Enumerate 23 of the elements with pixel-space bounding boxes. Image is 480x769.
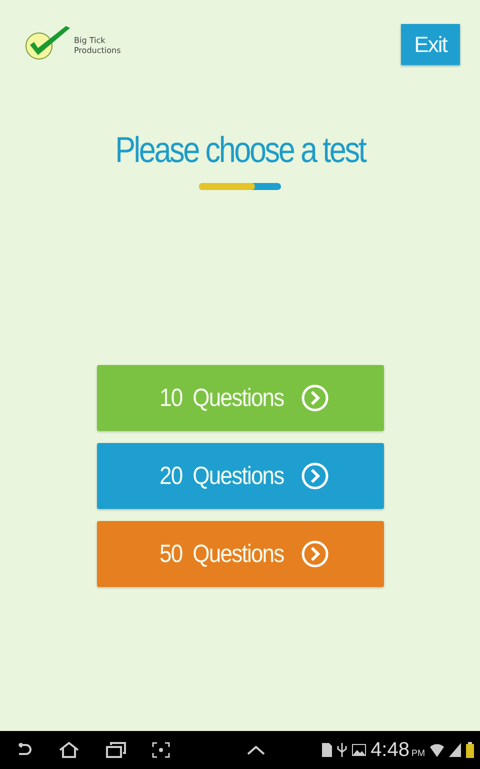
- caret-up-icon[interactable]: [246, 745, 266, 755]
- clock-time: 4:48: [370, 738, 410, 762]
- home-icon[interactable]: [58, 742, 80, 758]
- test-button[interactable]: 20 Questions: [96, 443, 384, 509]
- logo-text: Productions: [74, 46, 121, 56]
- signal-icon: [449, 743, 461, 757]
- tick-logo-icon: [24, 24, 72, 60]
- image-icon: [352, 744, 366, 756]
- exit-button[interactable]: Exit: [401, 24, 460, 65]
- recent-apps-icon[interactable]: [106, 742, 126, 758]
- clock-period: PM: [412, 748, 425, 758]
- wifi-icon: [430, 743, 444, 757]
- sd-card-icon: [322, 743, 332, 757]
- test-button[interactable]: 10 Questions: [96, 365, 384, 431]
- chevron-circle-icon: [300, 540, 329, 568]
- test-button[interactable]: 50 Questions: [96, 521, 384, 587]
- logo-text: Big Tick: [74, 36, 106, 46]
- usb-icon: [336, 743, 347, 757]
- chevron-circle-icon: [300, 384, 329, 412]
- page-heading: Please choose a test: [114, 129, 366, 171]
- screenshot-icon[interactable]: [152, 742, 170, 758]
- battery-icon: [466, 742, 474, 758]
- chevron-circle-icon: [300, 462, 329, 490]
